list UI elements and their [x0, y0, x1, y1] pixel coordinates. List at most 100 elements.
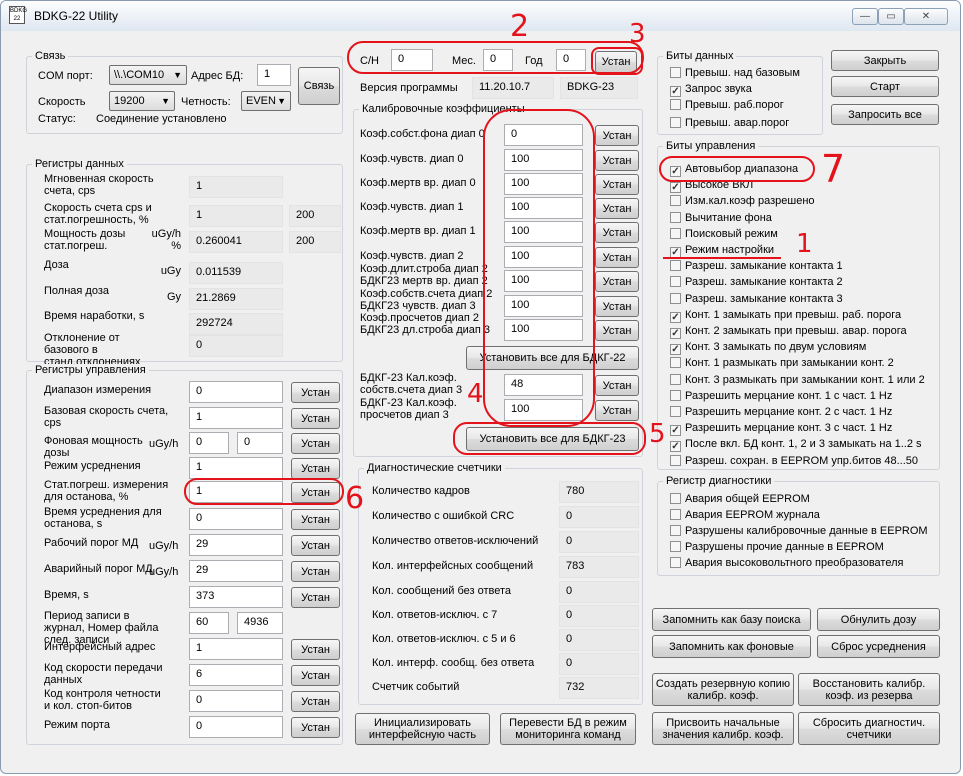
- checkbox-item[interactable]: ✓ Режим настройки: [670, 244, 774, 258]
- checkbox-icon[interactable]: [670, 117, 681, 128]
- checkbox-icon[interactable]: ✓: [670, 311, 681, 323]
- checkbox-item[interactable]: Разреш. замыкание контакта 1: [670, 260, 843, 273]
- set-calibration-button[interactable]: Устан: [595, 222, 639, 243]
- control-register-input[interactable]: 0: [189, 381, 283, 403]
- checkbox-item[interactable]: Превыш. раб.порог: [670, 99, 784, 112]
- checkbox-icon[interactable]: ✓: [670, 425, 681, 437]
- checkbox-item[interactable]: Авария высоковольтного преобразователя: [670, 557, 903, 570]
- set-calibration-button[interactable]: Устан: [595, 400, 639, 421]
- close-window-button[interactable]: ✕: [904, 8, 948, 25]
- checkbox-icon[interactable]: [670, 389, 681, 401]
- checkbox-item[interactable]: Разрешить мерцание конт. 2 с част. 1 Hz: [670, 406, 892, 419]
- checkbox-icon[interactable]: [670, 557, 681, 568]
- control-register-input[interactable]: 373: [189, 586, 283, 608]
- checkbox-icon[interactable]: [670, 292, 681, 304]
- set-calibration-button[interactable]: Устан: [595, 247, 639, 268]
- minimize-button[interactable]: —: [852, 8, 878, 25]
- control-register-input[interactable]: 0: [189, 508, 283, 530]
- checkbox-item[interactable]: ✓ Запрос звука: [670, 83, 752, 97]
- checkbox-icon[interactable]: ✓: [670, 441, 681, 453]
- reset-dose-button[interactable]: Обнулить дозу: [817, 608, 940, 631]
- monitor-mode-button[interactable]: Перевести БД в режим мониторинга команд: [500, 713, 636, 745]
- set-calibration-button[interactable]: Устан: [595, 198, 639, 219]
- backup-calibration-button[interactable]: Создать резервную копию калибр. коэф.: [652, 673, 794, 706]
- checkbox-item[interactable]: ✓ После вкл. БД конт. 1, 2 и 3 замыкать н…: [670, 438, 922, 453]
- set-register-button[interactable]: Устан: [291, 717, 340, 738]
- control-register-input[interactable]: 6: [189, 664, 283, 686]
- restore-calibration-button[interactable]: Восстановить калибр. коэф. из резерва: [798, 673, 940, 706]
- checkbox-item[interactable]: Разреш. замыкание контакта 2: [670, 276, 843, 289]
- checkbox-item[interactable]: ✓ Конт. 3 замыкать по двум условиям: [670, 341, 866, 356]
- save-background-button[interactable]: Запомнить как фоновые: [652, 635, 811, 658]
- init-interface-button[interactable]: Инициализировать интерфейсную часть: [355, 713, 490, 745]
- checkbox-icon[interactable]: [670, 99, 681, 110]
- control-register-input[interactable]: 0: [189, 716, 283, 738]
- checkbox-item[interactable]: Разреш. сохран. в EEPROM упр.битов 48...…: [670, 454, 918, 468]
- reset-averaging-button[interactable]: Сброс усреднения: [817, 635, 940, 658]
- com-port-select[interactable]: \\.\COM10 ▼: [109, 65, 187, 85]
- set-register-button[interactable]: Устан: [291, 433, 340, 454]
- control-register-input[interactable]: 1: [189, 638, 283, 660]
- checkbox-icon[interactable]: [670, 406, 681, 417]
- maximize-button[interactable]: ▭: [878, 8, 904, 25]
- checkbox-icon[interactable]: ✓: [670, 182, 681, 194]
- checkbox-item[interactable]: Разреш. замыкание контакта 3: [670, 292, 843, 306]
- checkbox-icon[interactable]: [670, 67, 681, 78]
- control-register-input[interactable]: 29: [189, 560, 283, 582]
- control-register-input[interactable]: 1: [189, 407, 283, 429]
- set-calibration-button[interactable]: Устан: [595, 271, 639, 292]
- checkbox-item[interactable]: Разрушены прочие данные в EEPROM: [670, 541, 884, 554]
- reset-diagnostic-counters-button[interactable]: Сбросить диагностич. счетчики: [798, 712, 940, 745]
- control-register-input[interactable]: 0: [189, 432, 229, 454]
- set-calibration-button[interactable]: Устан: [595, 174, 639, 195]
- set-calibration-button[interactable]: Устан: [595, 375, 639, 396]
- checkbox-item[interactable]: ✓ Конт. 1 замыкать при превыш. раб. порог…: [670, 309, 901, 323]
- assign-initial-calibration-button[interactable]: Присвоить начальные значения калибр. коэ…: [652, 712, 794, 745]
- checkbox-item[interactable]: Вычитание фона: [670, 211, 772, 225]
- parity-select[interactable]: EVEN ▼: [241, 91, 291, 111]
- start-button[interactable]: Старт: [831, 76, 939, 97]
- checkbox-item[interactable]: Конт. 3 размыкать при замыкании конт. 1 …: [670, 373, 925, 387]
- set-register-button[interactable]: Устан: [291, 458, 340, 479]
- checkbox-icon[interactable]: ✓: [670, 328, 681, 339]
- set-calibration-button[interactable]: Устан: [595, 296, 639, 317]
- checkbox-icon[interactable]: [670, 227, 681, 239]
- set-calibration-button[interactable]: Устан: [595, 150, 639, 171]
- save-search-base-button[interactable]: Запомнить как базу поиска: [652, 608, 811, 631]
- close-button[interactable]: Закрыть: [831, 50, 939, 71]
- set-register-button[interactable]: Устан: [291, 691, 340, 712]
- request-all-button[interactable]: Запросить все: [831, 104, 939, 125]
- checkbox-item[interactable]: Разрешить мерцание конт. 1 с част. 1 Hz: [670, 389, 892, 403]
- checkbox-icon[interactable]: [670, 509, 681, 520]
- set-calibration-button[interactable]: Устан: [595, 125, 639, 146]
- control-register-input[interactable]: 0: [189, 690, 283, 712]
- control-register-input[interactable]: 60: [189, 612, 229, 634]
- checkbox-item[interactable]: Разрушены калибровочные данные в EEPROM: [670, 525, 928, 538]
- checkbox-icon[interactable]: [670, 276, 681, 288]
- checkbox-icon[interactable]: [670, 454, 681, 466]
- checkbox-item[interactable]: Авария общей EEPROM: [670, 493, 810, 506]
- checkbox-item[interactable]: Конт. 1 размыкать при замыкании конт. 2: [670, 357, 894, 370]
- set-calibration-button[interactable]: Устан: [595, 320, 639, 341]
- checkbox-item[interactable]: ✓ Конт. 2 замыкать при превыш. авар. поро…: [670, 325, 907, 339]
- checkbox-item[interactable]: Поисковый режим: [670, 227, 778, 241]
- checkbox-icon[interactable]: [670, 541, 681, 552]
- set-register-button[interactable]: Устан: [291, 535, 340, 556]
- control-register-input-2[interactable]: 0: [237, 432, 283, 454]
- checkbox-icon[interactable]: [670, 211, 681, 223]
- set-register-button[interactable]: Устан: [291, 509, 340, 530]
- checkbox-icon[interactable]: [670, 195, 681, 207]
- set-register-button[interactable]: Устан: [291, 382, 340, 403]
- checkbox-icon[interactable]: ✓: [670, 86, 681, 97]
- checkbox-item[interactable]: Изм.кал.коэф разрешено: [670, 195, 815, 208]
- checkbox-icon[interactable]: [670, 493, 681, 504]
- checkbox-item[interactable]: Превыш. над базовым: [670, 67, 800, 80]
- checkbox-icon[interactable]: [670, 260, 681, 272]
- device-address-input[interactable]: 1: [257, 64, 291, 86]
- checkbox-icon[interactable]: [670, 525, 681, 536]
- set-register-button[interactable]: Устан: [291, 561, 340, 582]
- checkbox-icon[interactable]: ✓: [670, 344, 681, 356]
- baud-rate-select[interactable]: 19200 ▼: [109, 91, 175, 111]
- connect-button[interactable]: Связь: [298, 67, 340, 105]
- checkbox-item[interactable]: Превыш. авар.порог: [670, 117, 789, 130]
